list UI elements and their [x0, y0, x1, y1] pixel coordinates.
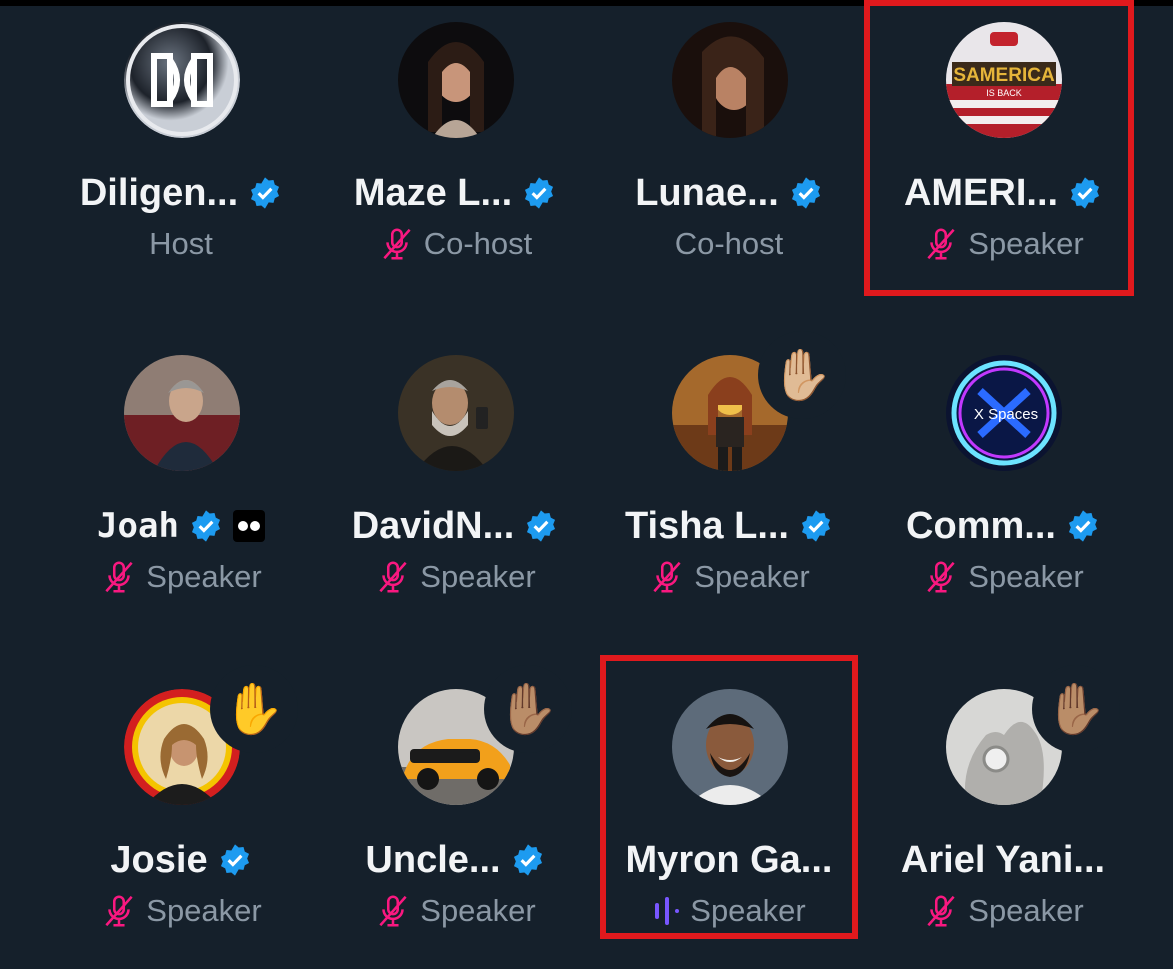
- participant-name: Lunae...: [635, 171, 779, 214]
- verified-badge-icon: [1068, 510, 1097, 542]
- participant-name: Maze L...: [353, 171, 513, 214]
- participant-name: Josie: [110, 838, 208, 881]
- avatar[interactable]: [672, 689, 788, 805]
- muted-mic-icon: [927, 561, 955, 593]
- muted-mic-icon: [105, 561, 133, 593]
- participant-card[interactable]: Diligen... Host: [44, 2, 318, 302]
- participant-role: Speaker: [146, 893, 262, 928]
- verified-badge-icon: [801, 510, 831, 542]
- avatar[interactable]: [398, 22, 514, 138]
- avatar[interactable]: X Spaces: [946, 355, 1062, 471]
- raised-hand-icon: ✋🏽: [1032, 665, 1120, 753]
- participant-role: Speaker: [694, 559, 810, 594]
- participant-role: Speaker: [690, 893, 806, 928]
- participant-name: Myron Ga...: [625, 838, 833, 881]
- participant-role: Speaker: [968, 226, 1084, 261]
- muted-mic-icon: [927, 228, 955, 260]
- raised-hand-icon: ✋: [210, 665, 298, 753]
- raised-hand-icon: ✋🏽: [484, 665, 572, 753]
- participant-card[interactable]: Lunae... Co-host: [592, 2, 866, 302]
- logo-text: X Spaces: [974, 406, 1038, 423]
- speaking-indicator-icon: [655, 897, 680, 925]
- participant-name: Comm...: [906, 504, 1056, 547]
- participant-card[interactable]: ✋🏼 Tisha L... Speaker: [592, 331, 866, 635]
- raised-hand-icon: ✋🏼: [758, 331, 846, 419]
- avatar[interactable]: SAMERICA IS BACK: [946, 22, 1062, 138]
- participant-name: Diligen...: [79, 171, 239, 214]
- verified-badge-icon: [527, 510, 556, 542]
- participant-role: Speaker: [968, 559, 1084, 594]
- participant-card[interactable]: Myron Ga... Speaker: [592, 669, 866, 969]
- avatar[interactable]: [124, 22, 240, 138]
- muted-mic-icon: [379, 895, 407, 927]
- verified-badge-icon: [191, 510, 220, 542]
- avatar[interactable]: [398, 355, 514, 471]
- participant-role: Speaker: [420, 559, 536, 594]
- avatar[interactable]: [124, 355, 240, 471]
- verified-badge-icon: [513, 844, 542, 876]
- verified-badge-icon: [525, 177, 554, 209]
- participant-name: AMERI...: [903, 171, 1059, 214]
- participant-role: Speaker: [420, 893, 536, 928]
- muted-mic-icon: [379, 561, 407, 593]
- logo-text: SAMERICA: [953, 65, 1055, 86]
- muted-mic-icon: [653, 561, 681, 593]
- participant-card[interactable]: DavidN... Speaker: [318, 335, 592, 635]
- participant-role: Speaker: [968, 893, 1084, 928]
- muted-mic-icon: [105, 895, 133, 927]
- muted-mic-icon: [927, 895, 955, 927]
- participant-card[interactable]: ✋🏽 Ariel Yani... Speaker: [866, 665, 1140, 969]
- verified-badge-icon: [791, 177, 820, 209]
- participant-name: DavidN...: [351, 504, 515, 547]
- participant-name: Ariel Yani...: [900, 838, 1106, 881]
- verified-badge-icon: [1071, 177, 1100, 209]
- participant-name: Tisha L...: [624, 504, 789, 547]
- participant-name: Joah: [97, 506, 179, 546]
- participant-card[interactable]: ✋🏽 Uncle... Speaker: [318, 665, 592, 969]
- participant-role: Host: [149, 226, 213, 261]
- participant-role: Co-host: [674, 226, 784, 261]
- participant-name: Uncle...: [365, 838, 501, 881]
- participants-grid: Diligen... Host Maze L... Co-host Lunae.…: [0, 0, 1173, 939]
- muted-mic-icon: [383, 228, 411, 260]
- participant-role: Co-host: [423, 226, 533, 261]
- avatar[interactable]: [672, 22, 788, 138]
- participant-card[interactable]: X Spaces Comm... Speaker: [866, 335, 1140, 635]
- verified-badge-icon: [251, 177, 280, 209]
- participant-role: Speaker: [146, 559, 262, 594]
- verified-badge-icon: [220, 844, 249, 876]
- participant-card[interactable]: SAMERICA IS BACK AMERI... Speaker: [866, 2, 1140, 302]
- participant-card[interactable]: ✋ Josie Speaker: [44, 665, 318, 969]
- logo-subtext: IS BACK: [986, 88, 1022, 98]
- participant-card[interactable]: Maze L... Co-host: [318, 2, 592, 302]
- automated-account-icon: [232, 510, 265, 542]
- participant-card[interactable]: Joah Speaker: [44, 335, 318, 635]
